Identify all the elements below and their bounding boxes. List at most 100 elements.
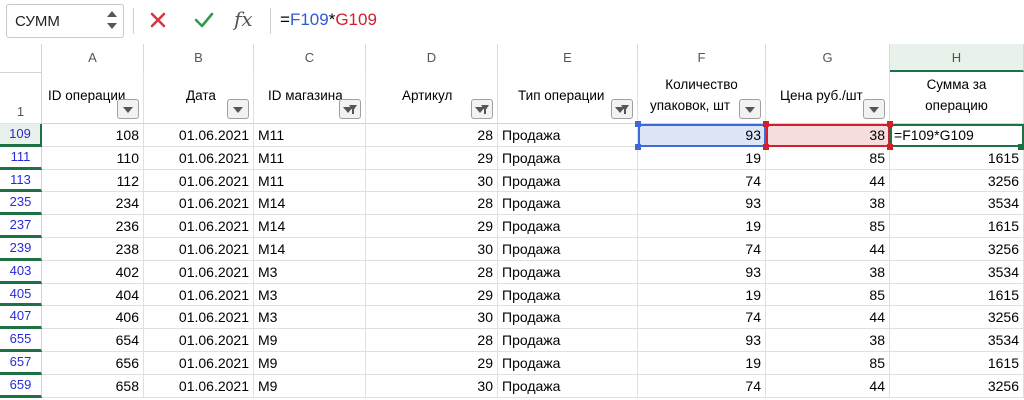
- row-header-237[interactable]: 237: [0, 215, 42, 238]
- cell-id-operation[interactable]: 108: [42, 124, 144, 147]
- cell-store-id[interactable]: М9: [254, 375, 366, 398]
- cell-sum[interactable]: 3256: [890, 306, 1024, 329]
- range-handle[interactable]: [887, 144, 893, 150]
- cell-article[interactable]: 30: [366, 306, 498, 329]
- header-cell-id-operation[interactable]: ID операции: [42, 72, 144, 124]
- row-header-109[interactable]: 109: [0, 124, 42, 147]
- cell-article[interactable]: 29: [366, 352, 498, 375]
- cell-price[interactable]: 85: [766, 352, 890, 375]
- cell-operation-type[interactable]: Продажа: [498, 261, 638, 284]
- name-box-stepper-icon[interactable]: [107, 9, 117, 33]
- cell-date[interactable]: 01.06.2021: [144, 124, 254, 147]
- cell-date[interactable]: 01.06.2021: [144, 147, 254, 170]
- header-cell-quantity[interactable]: Количество упаковок, шт: [638, 72, 766, 124]
- cell-sum[interactable]: 3534: [890, 261, 1024, 284]
- cell-operation-type[interactable]: Продажа: [498, 375, 638, 398]
- row-header-1[interactable]: 1: [0, 72, 42, 124]
- cell-price[interactable]: 44: [766, 306, 890, 329]
- cell-id-operation[interactable]: 656: [42, 352, 144, 375]
- row-header-405[interactable]: 405: [0, 284, 42, 306]
- select-all-corner[interactable]: [0, 44, 42, 72]
- cell-date[interactable]: 01.06.2021: [144, 238, 254, 261]
- cell-operation-type[interactable]: Продажа: [498, 192, 638, 215]
- cell-date[interactable]: 01.06.2021: [144, 215, 254, 238]
- header-cell-operation-type[interactable]: Тип операции: [498, 72, 638, 124]
- cell-article[interactable]: 28: [366, 124, 498, 147]
- cell-operation-type[interactable]: Продажа: [498, 306, 638, 329]
- cell-operation-type[interactable]: Продажа: [498, 215, 638, 238]
- cell-quantity[interactable]: 93: [638, 192, 766, 215]
- filter-dropdown-icon[interactable]: [863, 99, 885, 119]
- cell-article[interactable]: 28: [366, 192, 498, 215]
- row-header-113[interactable]: 113: [0, 170, 42, 192]
- header-cell-date[interactable]: Дата: [144, 72, 254, 124]
- row-header-659[interactable]: 659: [0, 375, 42, 398]
- cell-date[interactable]: 01.06.2021: [144, 306, 254, 329]
- range-handle[interactable]: [1018, 144, 1024, 150]
- column-header-e[interactable]: E: [498, 44, 638, 72]
- cell-quantity[interactable]: 74: [638, 238, 766, 261]
- row-header-235[interactable]: 235: [0, 192, 42, 215]
- cell-store-id[interactable]: М3: [254, 261, 366, 284]
- cell-operation-type[interactable]: Продажа: [498, 352, 638, 375]
- cell-quantity[interactable]: 74: [638, 375, 766, 398]
- cell-id-operation[interactable]: 404: [42, 284, 144, 306]
- header-cell-store-id[interactable]: ID магазина: [254, 72, 366, 124]
- cell-quantity[interactable]: 93: [638, 261, 766, 284]
- cell-article[interactable]: 28: [366, 329, 498, 352]
- range-handle[interactable]: [635, 121, 641, 127]
- cell-article[interactable]: 29: [366, 284, 498, 306]
- cell-quantity[interactable]: 19: [638, 352, 766, 375]
- cell-operation-type[interactable]: Продажа: [498, 238, 638, 261]
- cell-sum[interactable]: 1615: [890, 215, 1024, 238]
- cell-sum-editing[interactable]: =F109*G109: [890, 124, 1024, 147]
- cell-date[interactable]: 01.06.2021: [144, 170, 254, 192]
- cell-operation-type[interactable]: Продажа: [498, 284, 638, 306]
- cell-operation-type[interactable]: Продажа: [498, 147, 638, 170]
- cell-quantity[interactable]: 19: [638, 147, 766, 170]
- row-header-657[interactable]: 657: [0, 352, 42, 375]
- formula-input[interactable]: =F109*G109: [280, 10, 377, 30]
- range-handle[interactable]: [635, 144, 641, 150]
- cell-store-id[interactable]: М3: [254, 284, 366, 306]
- header-cell-sum[interactable]: Сумма за операцию: [890, 72, 1024, 124]
- cell-price[interactable]: 44: [766, 170, 890, 192]
- cell-date[interactable]: 01.06.2021: [144, 352, 254, 375]
- cell-article[interactable]: 30: [366, 375, 498, 398]
- row-header-655[interactable]: 655: [0, 329, 42, 352]
- cell-sum[interactable]: 3534: [890, 192, 1024, 215]
- cell-price[interactable]: 85: [766, 147, 890, 170]
- column-header-h[interactable]: H: [890, 44, 1024, 72]
- name-box[interactable]: СУММ: [6, 4, 124, 38]
- cell-sum[interactable]: 3534: [890, 329, 1024, 352]
- cell-sum[interactable]: 1615: [890, 284, 1024, 306]
- cell-operation-type[interactable]: Продажа: [498, 329, 638, 352]
- cell-id-operation[interactable]: 654: [42, 329, 144, 352]
- cell-date[interactable]: 01.06.2021: [144, 261, 254, 284]
- column-header-c[interactable]: C: [254, 44, 366, 72]
- row-header-403[interactable]: 403: [0, 261, 42, 284]
- filter-dropdown-icon[interactable]: [739, 99, 761, 119]
- filter-dropdown-icon[interactable]: [117, 99, 139, 119]
- cell-store-id[interactable]: М11: [254, 124, 366, 147]
- cell-id-operation[interactable]: 236: [42, 215, 144, 238]
- cell-date[interactable]: 01.06.2021: [144, 192, 254, 215]
- row-header-111[interactable]: 111: [0, 147, 42, 170]
- column-header-g[interactable]: G: [766, 44, 890, 72]
- cell-article[interactable]: 29: [366, 147, 498, 170]
- cell-quantity[interactable]: 19: [638, 215, 766, 238]
- cell-quantity[interactable]: 19: [638, 284, 766, 306]
- cell-price[interactable]: 38: [766, 124, 890, 147]
- cell-sum[interactable]: 1615: [890, 147, 1024, 170]
- row-header-407[interactable]: 407: [0, 306, 42, 329]
- cell-article[interactable]: 30: [366, 170, 498, 192]
- cell-sum[interactable]: 3256: [890, 238, 1024, 261]
- cell-operation-type[interactable]: Продажа: [498, 124, 638, 147]
- header-cell-price[interactable]: Цена руб./шт: [766, 72, 890, 124]
- cell-store-id[interactable]: М14: [254, 215, 366, 238]
- cell-date[interactable]: 01.06.2021: [144, 375, 254, 398]
- cell-price[interactable]: 38: [766, 261, 890, 284]
- cell-price[interactable]: 44: [766, 238, 890, 261]
- cell-store-id[interactable]: М14: [254, 192, 366, 215]
- cell-quantity[interactable]: 74: [638, 306, 766, 329]
